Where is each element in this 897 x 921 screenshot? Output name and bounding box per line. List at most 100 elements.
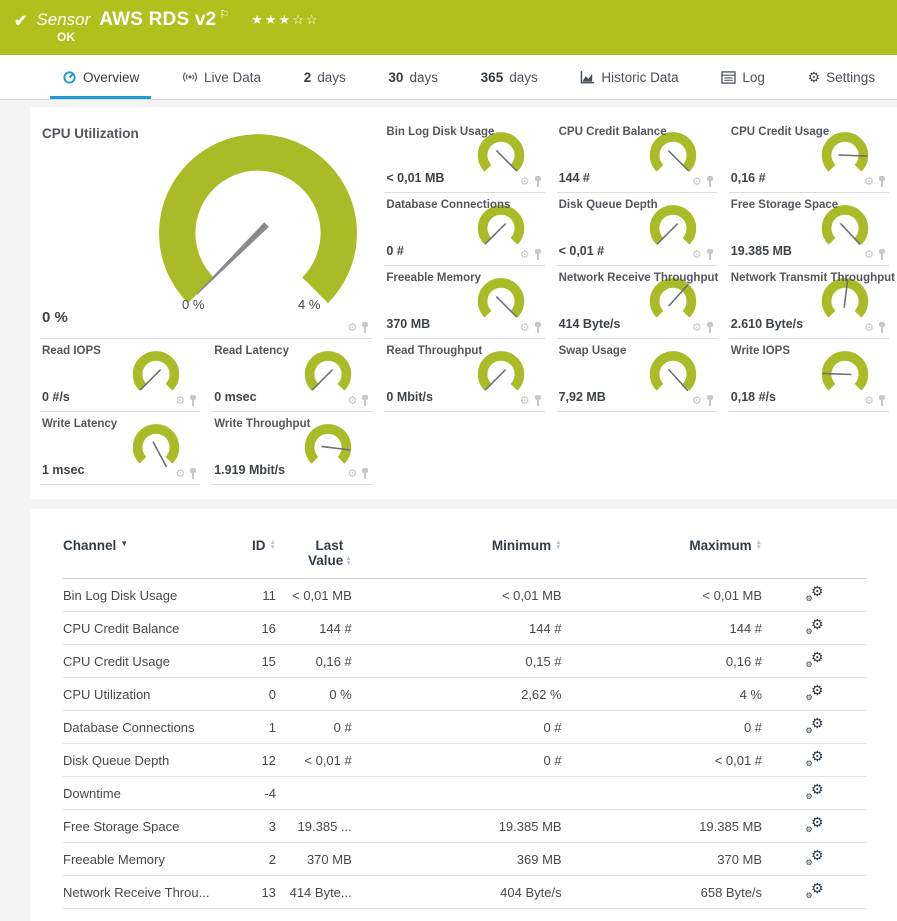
channel-settings-icon[interactable]: ⚙⚙ bbox=[806, 817, 824, 833]
gauge-tile-disk-queue-depth: Disk Queue Depth < 0,01 #⚙ bbox=[557, 193, 717, 266]
gauge-value: 414 Byte/s bbox=[559, 317, 621, 331]
gauge-title: Write IOPS bbox=[731, 345, 790, 357]
value-cell: 0 # bbox=[562, 711, 762, 744]
tab-historic-data[interactable]: Historic Data bbox=[568, 55, 690, 99]
channel-name-cell: Downtime bbox=[63, 777, 229, 810]
channel-table: Channel▼ ID▲▼ LastValue▲▼Minimum▲▼Maximum▲… bbox=[63, 534, 867, 909]
gear-icon: ⚙ bbox=[811, 584, 824, 598]
column-header-id[interactable]: ID▲▼ bbox=[229, 534, 276, 579]
channel-settings-icon[interactable]: ⚙⚙ bbox=[806, 883, 824, 899]
value-cell: 0,15 # bbox=[352, 645, 562, 678]
channel-settings-icon[interactable]: ⚙⚙ bbox=[806, 685, 824, 701]
gauge-value: 0 #/s bbox=[42, 390, 70, 404]
value-cell: < 0,01 MB bbox=[352, 579, 562, 612]
value-cell: 370 MB bbox=[276, 843, 352, 876]
log-icon-wrap bbox=[721, 71, 736, 84]
tab-label: days bbox=[317, 70, 346, 85]
value-cell: 2 bbox=[229, 843, 276, 876]
tab-live-data[interactable]: Live Data bbox=[170, 55, 273, 99]
gauge-pin-icon[interactable] bbox=[706, 249, 714, 261]
gauge-pin-icon[interactable] bbox=[534, 395, 542, 407]
gear-icon: ⚙ bbox=[811, 716, 824, 730]
gauge-value: 1 msec bbox=[42, 463, 84, 477]
tab-30-days[interactable]: 30days bbox=[376, 55, 450, 99]
column-header-content: LastValue▲▼ bbox=[308, 538, 352, 568]
column-header-last-value[interactable]: LastValue▲▼ bbox=[276, 534, 352, 579]
priority-stars[interactable]: ★★★☆☆ bbox=[251, 12, 319, 28]
tab-log[interactable]: Log bbox=[709, 55, 777, 99]
gear-icon: ⚙ bbox=[811, 749, 824, 763]
tab-label: Live Data bbox=[204, 70, 261, 85]
gauge-settings-gear-icon[interactable]: ⚙ bbox=[520, 250, 530, 261]
gauge-pin-icon[interactable] bbox=[189, 468, 197, 480]
gauge-settings-gear-icon[interactable]: ⚙ bbox=[520, 323, 530, 334]
gauge-settings-gear-icon[interactable]: ⚙ bbox=[175, 396, 185, 407]
column-header-channel[interactable]: Channel▼ bbox=[63, 534, 229, 579]
gauge-pin-icon[interactable] bbox=[706, 395, 714, 407]
channel-settings-icon[interactable]: ⚙⚙ bbox=[806, 850, 824, 866]
gauge-tile-icons: ⚙ bbox=[175, 395, 197, 407]
channel-settings-icon[interactable]: ⚙⚙ bbox=[806, 652, 824, 668]
tab-2-days[interactable]: 2days bbox=[292, 55, 358, 99]
gauge-pin-icon[interactable] bbox=[189, 395, 197, 407]
tab-settings[interactable]: ⚙Settings bbox=[796, 55, 887, 99]
gauge-pin-icon[interactable] bbox=[361, 468, 369, 480]
gauge-value: 144 # bbox=[559, 171, 590, 185]
gauge-tile-icons: ⚙ bbox=[520, 322, 542, 334]
gauge-settings-gear-icon[interactable]: ⚙ bbox=[520, 177, 530, 188]
gauge-settings-gear-icon[interactable]: ⚙ bbox=[175, 469, 185, 480]
gauge-settings-gear-icon[interactable]: ⚙ bbox=[348, 396, 358, 407]
object-kind-label: Sensor bbox=[36, 10, 90, 30]
gauge-pin-icon[interactable] bbox=[878, 249, 886, 261]
gauge-arc bbox=[482, 137, 519, 168]
gauge-settings-gear-icon[interactable]: ⚙ bbox=[348, 469, 358, 480]
channel-settings-icon[interactable]: ⚙⚙ bbox=[806, 751, 824, 767]
gauge-title: Write Latency bbox=[42, 418, 117, 430]
gauge-pin-icon[interactable] bbox=[706, 322, 714, 334]
gauge-pin-icon[interactable] bbox=[534, 249, 542, 261]
column-header-minimum[interactable]: Minimum▲▼ bbox=[352, 534, 562, 579]
gauge-settings-gear-icon[interactable]: ⚙ bbox=[864, 250, 874, 261]
gauge-pin-icon[interactable] bbox=[706, 176, 714, 188]
gauge-settings-gear-icon[interactable]: ⚙ bbox=[692, 396, 702, 407]
tab-overview[interactable]: Overview bbox=[50, 55, 151, 99]
gauge-settings-gear-icon[interactable]: ⚙ bbox=[692, 177, 702, 188]
channel-settings-icon[interactable]: ⚙⚙ bbox=[806, 586, 824, 602]
value-cell: 370 MB bbox=[562, 843, 762, 876]
gauge-pin-icon[interactable] bbox=[534, 322, 542, 334]
gauge-settings-gear-icon[interactable]: ⚙ bbox=[520, 396, 530, 407]
gauge-value: < 0,01 MB bbox=[386, 171, 444, 185]
gauge-settings-gear-icon[interactable]: ⚙ bbox=[864, 323, 874, 334]
gauge-pin-icon[interactable] bbox=[361, 395, 369, 407]
gauge-settings-gear-icon[interactable]: ⚙ bbox=[348, 323, 358, 334]
gauge-pin-icon[interactable] bbox=[878, 176, 886, 188]
gauge-arc bbox=[827, 137, 864, 168]
gauge-settings-gear-icon[interactable]: ⚙ bbox=[692, 323, 702, 334]
gauge-icon-wrap bbox=[62, 70, 77, 85]
gauge-settings-gear-icon[interactable]: ⚙ bbox=[692, 250, 702, 261]
gauge-settings-gear-icon[interactable]: ⚙ bbox=[864, 396, 874, 407]
channel-settings-icon[interactable]: ⚙⚙ bbox=[806, 718, 824, 734]
channel-settings-icon[interactable]: ⚙⚙ bbox=[806, 619, 824, 635]
tab-365-days[interactable]: 365days bbox=[469, 55, 550, 99]
channel-settings-icon[interactable]: ⚙⚙ bbox=[806, 784, 824, 800]
gauge-settings-gear-icon[interactable]: ⚙ bbox=[864, 177, 874, 188]
column-header-maximum[interactable]: Maximum▲▼ bbox=[562, 534, 762, 579]
log-icon bbox=[721, 71, 736, 84]
gauge-pin-icon[interactable] bbox=[361, 322, 369, 334]
gauge-tile-icons: ⚙ bbox=[864, 395, 886, 407]
tab-number: 365 bbox=[481, 70, 504, 85]
gauge-value: < 0,01 # bbox=[559, 244, 605, 258]
value-cell: < 0,01 MB bbox=[562, 579, 762, 612]
column-header-content: Channel▼ bbox=[63, 538, 128, 553]
value-cell bbox=[562, 777, 762, 810]
gauge-pin-icon[interactable] bbox=[534, 176, 542, 188]
gauge-tile-icons: ⚙ bbox=[692, 322, 714, 334]
gauge-pin-icon[interactable] bbox=[878, 322, 886, 334]
gauge-pin-icon[interactable] bbox=[878, 395, 886, 407]
value-cell: 12 bbox=[229, 744, 276, 777]
value-cell: 19.385 ... bbox=[276, 810, 352, 843]
value-cell: 2,62 % bbox=[352, 678, 562, 711]
table-row-free-storage-space: Free Storage Space319.385 ...19.385 MB19… bbox=[63, 810, 867, 843]
sensor-header: ✔ Sensor AWS RDS v2 ⚐ ★★★☆☆ OK bbox=[0, 0, 897, 55]
